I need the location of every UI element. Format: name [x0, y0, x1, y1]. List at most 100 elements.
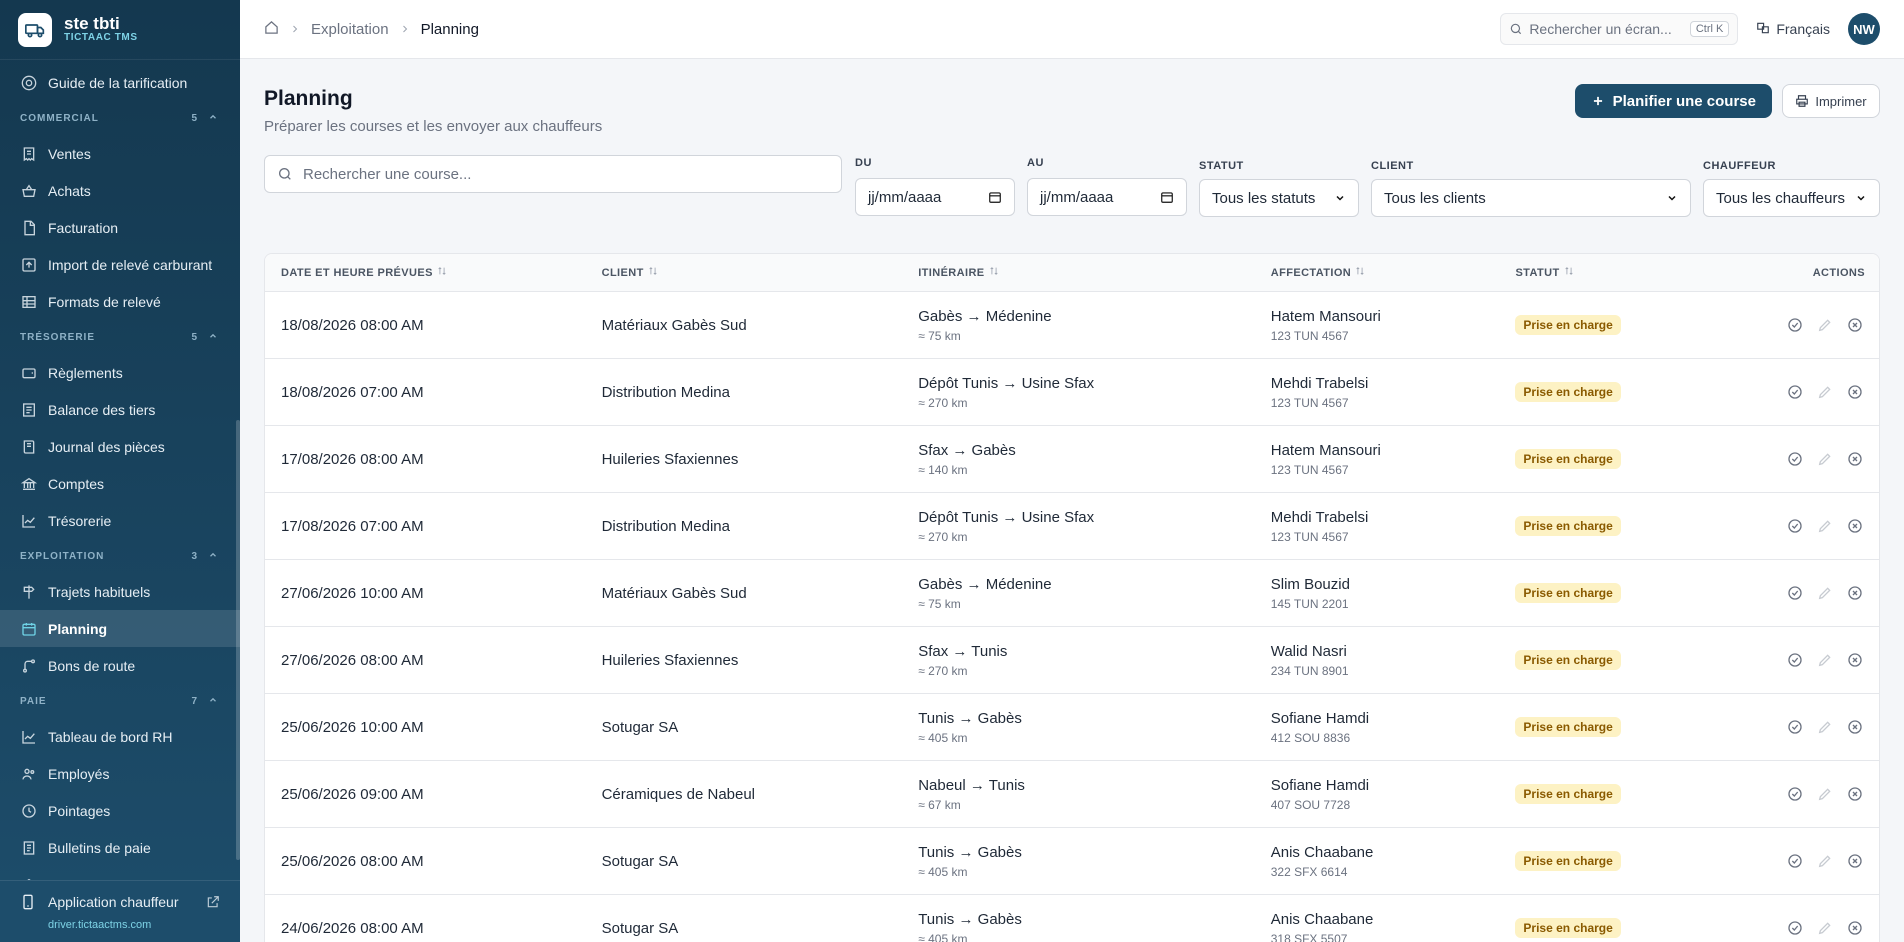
sort-icon — [1355, 266, 1365, 279]
sidebar-item-guide-tarification[interactable]: Guide de la tarification — [0, 64, 240, 101]
user-avatar[interactable]: NW — [1848, 13, 1880, 45]
language-switcher[interactable]: Français — [1756, 21, 1830, 38]
sidebar-item-employes[interactable]: Employés — [0, 755, 240, 792]
filter-au-date[interactable]: jj/mm/aaaa — [1027, 178, 1187, 216]
filter-client-select[interactable]: Tous les clients — [1371, 179, 1691, 217]
driver-app-link[interactable]: driver.tictaactms.com — [20, 919, 220, 931]
table-row[interactable]: 18/08/2026 07:00 AM Distribution Medina … — [265, 359, 1879, 426]
table-row[interactable]: 25/06/2026 10:00 AM Sotugar SA Tunis → G… — [265, 694, 1879, 761]
external-link-icon[interactable] — [206, 895, 220, 909]
section-header-tresorerie[interactable]: TRÉSORERIE 5 — [0, 320, 240, 354]
edit-pencil-icon[interactable] — [1817, 585, 1833, 601]
validate-check-icon[interactable] — [1787, 652, 1803, 668]
filter-statut-select[interactable]: Tous les statuts — [1199, 179, 1359, 217]
table-row[interactable]: 27/06/2026 10:00 AM Matériaux Gabès Sud … — [265, 560, 1879, 627]
sidebar-item-tableau-bord-rh[interactable]: Tableau de bord RH — [0, 718, 240, 755]
cancel-x-icon[interactable] — [1847, 786, 1863, 802]
cancel-x-icon[interactable] — [1847, 518, 1863, 534]
validate-check-icon[interactable] — [1787, 384, 1803, 400]
status-badge: Prise en charge — [1515, 851, 1621, 871]
cancel-x-icon[interactable] — [1847, 920, 1863, 936]
sidebar-item-journal-pieces[interactable]: Journal des pièces — [0, 428, 240, 465]
home-icon[interactable] — [264, 20, 279, 39]
sidebar-item-balance-tiers[interactable]: Balance des tiers — [0, 391, 240, 428]
filter-du-value: jj/mm/aaaa — [868, 188, 942, 206]
phone-icon — [20, 894, 36, 910]
sidebar-item-pointages[interactable]: Pointages — [0, 792, 240, 829]
edit-pencil-icon[interactable] — [1817, 920, 1833, 936]
validate-check-icon[interactable] — [1787, 317, 1803, 333]
cancel-x-icon[interactable] — [1847, 719, 1863, 735]
table-row[interactable]: 24/06/2026 08:00 AM Sotugar SA Tunis → G… — [265, 895, 1879, 942]
route-label: Nabeul → Tunis — [918, 776, 1025, 794]
table-row[interactable]: 25/06/2026 08:00 AM Sotugar SA Tunis → G… — [265, 828, 1879, 895]
edit-pencil-icon[interactable] — [1817, 719, 1833, 735]
col-header-date[interactable]: DATE ET HEURE PRÉVUES — [265, 266, 602, 279]
sidebar-item-facturation[interactable]: Facturation — [0, 209, 240, 246]
table-row[interactable]: 18/08/2026 08:00 AM Matériaux Gabès Sud … — [265, 292, 1879, 359]
sidebar-scrollbar[interactable] — [236, 420, 240, 860]
filter-du-date[interactable]: jj/mm/aaaa — [855, 178, 1015, 216]
col-header-affectation[interactable]: AFFECTATION — [1271, 266, 1516, 279]
section-header-commercial[interactable]: COMMERCIAL 5 — [0, 101, 240, 135]
sidebar-item-bons-route[interactable]: Bons de route — [0, 647, 240, 684]
cell-client: Distribution Medina — [601, 517, 730, 535]
sidebar-item-planning[interactable]: Planning — [0, 610, 240, 647]
plan-course-button[interactable]: Planifier une course — [1574, 84, 1772, 118]
validate-check-icon[interactable] — [1787, 585, 1803, 601]
section-header-exploitation[interactable]: EXPLOITATION 3 — [0, 539, 240, 573]
sidebar-item-reglements[interactable]: Règlements — [0, 354, 240, 391]
filter-statut-value: Tous les statuts — [1212, 189, 1316, 207]
vehicle-plate: 123 TUN 4567 — [1270, 529, 1349, 544]
section-title: COMMERCIAL — [20, 112, 99, 124]
sidebar-item-label: Facturation — [48, 219, 119, 236]
sidebar-item-achats[interactable]: Achats — [0, 172, 240, 209]
cancel-x-icon[interactable] — [1847, 317, 1863, 333]
section-header-paie[interactable]: PAIE 7 — [0, 684, 240, 718]
table-row[interactable]: 25/06/2026 09:00 AM Céramiques de Nabeul… — [265, 761, 1879, 828]
col-header-client[interactable]: CLIENT — [602, 266, 919, 279]
status-badge: Prise en charge — [1515, 717, 1621, 737]
validate-check-icon[interactable] — [1787, 451, 1803, 467]
cancel-x-icon[interactable] — [1847, 451, 1863, 467]
breadcrumb-exploitation[interactable]: Exploitation — [311, 21, 389, 38]
print-button[interactable]: Imprimer — [1782, 84, 1880, 118]
validate-check-icon[interactable] — [1787, 518, 1803, 534]
filter-chauffeur-select[interactable]: Tous les chauffeurs — [1703, 179, 1880, 217]
sidebar-item-trajets-habituels[interactable]: Trajets habituels — [0, 573, 240, 610]
course-search-input[interactable]: Rechercher une course... — [264, 155, 842, 193]
sidebar-item-label: Ventes — [48, 145, 91, 162]
validate-check-icon[interactable] — [1787, 719, 1803, 735]
cancel-x-icon[interactable] — [1847, 585, 1863, 601]
col-header-statut[interactable]: STATUT — [1515, 266, 1775, 279]
sidebar-item-formats-releve[interactable]: Formats de relevé — [0, 283, 240, 320]
table-row[interactable]: 27/06/2026 08:00 AM Huileries Sfaxiennes… — [265, 627, 1879, 694]
edit-pencil-icon[interactable] — [1817, 853, 1833, 869]
edit-pencil-icon[interactable] — [1817, 317, 1833, 333]
cancel-x-icon[interactable] — [1847, 652, 1863, 668]
table-row[interactable]: 17/08/2026 08:00 AM Huileries Sfaxiennes… — [265, 426, 1879, 493]
cell-affectation: Hatem Mansouri 123 TUN 4567 — [1271, 308, 1516, 343]
sidebar-item-comptes[interactable]: Comptes — [0, 465, 240, 502]
sidebar-item-import-releve[interactable]: Import de relevé carburant — [0, 246, 240, 283]
validate-check-icon[interactable] — [1787, 786, 1803, 802]
sidebar-item-ventes[interactable]: Ventes — [0, 135, 240, 172]
validate-check-icon[interactable] — [1787, 920, 1803, 936]
basket-icon — [20, 182, 38, 200]
sidebar-item-bulletins-paie[interactable]: Bulletins de paie — [0, 829, 240, 866]
sidebar-footer[interactable]: Application chauffeur driver.tictaactms.… — [0, 880, 240, 942]
cancel-x-icon[interactable] — [1847, 853, 1863, 869]
sidebar-item-tresorerie[interactable]: Trésorerie — [0, 502, 240, 539]
edit-pencil-icon[interactable] — [1817, 518, 1833, 534]
global-search-input[interactable]: Rechercher un écran... Ctrl K — [1500, 13, 1739, 45]
col-header-itineraire[interactable]: ITINÉRAIRE — [918, 266, 1271, 279]
edit-pencil-icon[interactable] — [1817, 786, 1833, 802]
cell-statut: Prise en charge — [1515, 583, 1775, 603]
table-row[interactable]: 17/08/2026 07:00 AM Distribution Medina … — [265, 493, 1879, 560]
cancel-x-icon[interactable] — [1847, 384, 1863, 400]
brand[interactable]: ste tbti TICTAAC TMS — [0, 0, 240, 60]
edit-pencil-icon[interactable] — [1817, 384, 1833, 400]
validate-check-icon[interactable] — [1787, 853, 1803, 869]
edit-pencil-icon[interactable] — [1817, 652, 1833, 668]
edit-pencil-icon[interactable] — [1817, 451, 1833, 467]
